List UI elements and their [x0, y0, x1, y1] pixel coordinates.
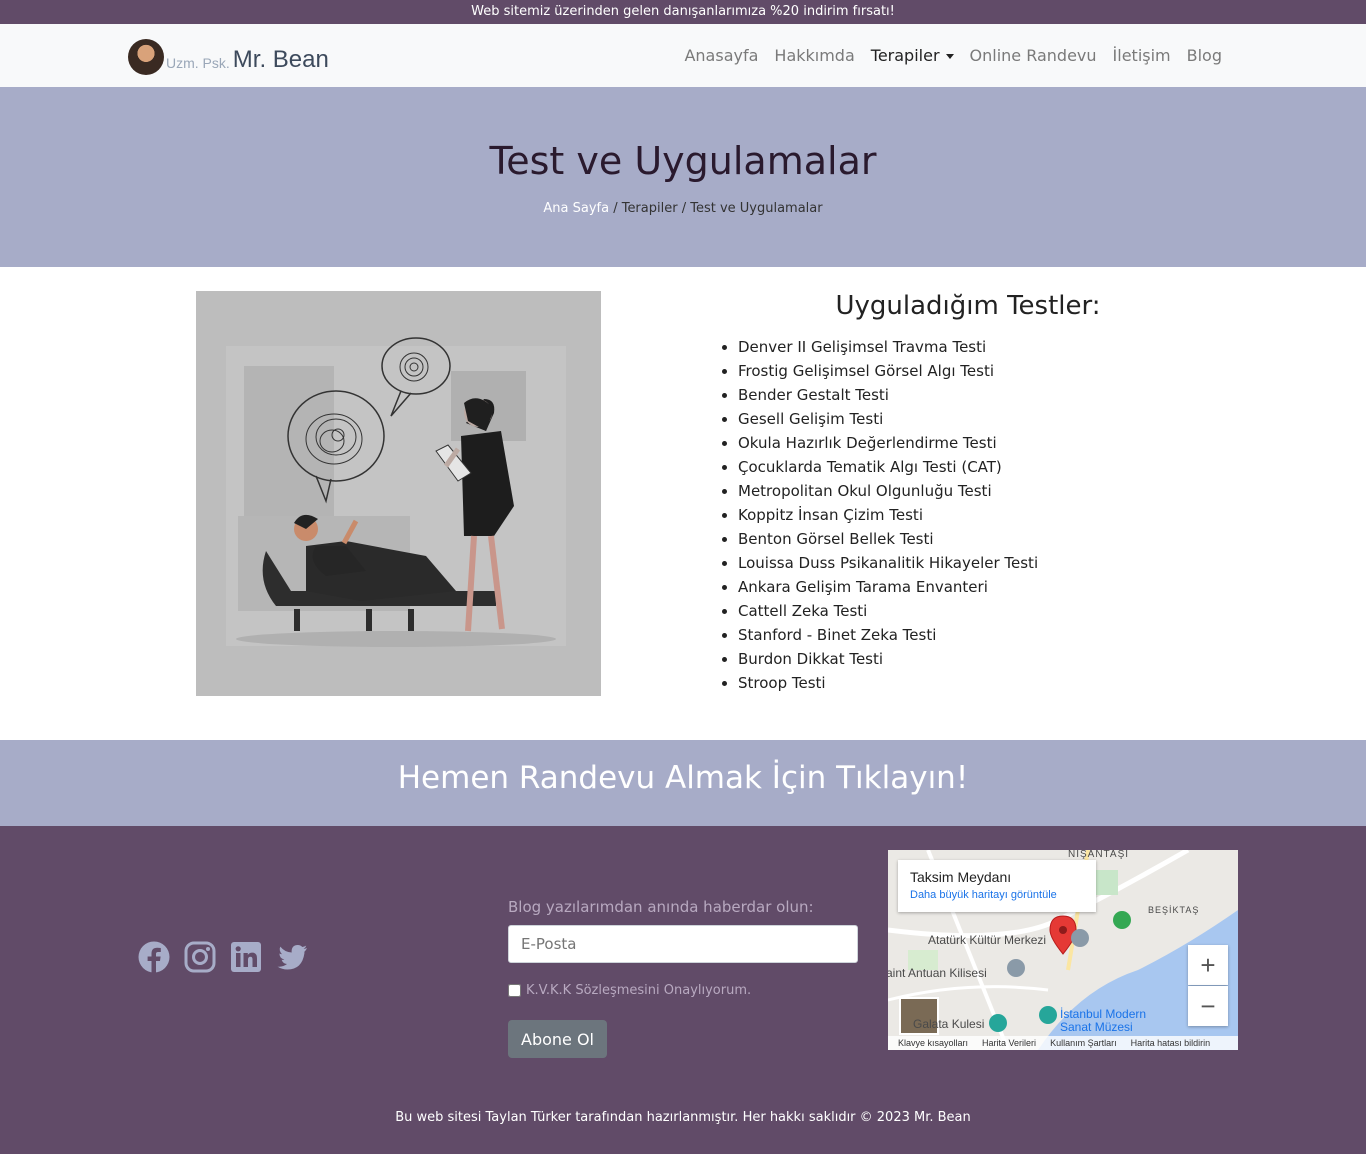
nav-item-blog[interactable]: Blog — [1179, 46, 1230, 65]
list-item: Frostig Gelişimsel Görsel Algı Testi — [722, 359, 1218, 383]
map-footer-item[interactable]: Klavye kısayolları — [898, 1038, 968, 1048]
breadcrumb-trail: / Terapiler / Test ve Uygulamalar — [609, 201, 823, 216]
nav-item-anasayfa[interactable]: Anasayfa — [676, 46, 766, 65]
list-item: Gesell Gelişim Testi — [722, 407, 1218, 431]
chevron-down-icon — [945, 54, 954, 59]
page-title: Test ve Uygulamalar — [489, 139, 877, 183]
therapy-illustration — [196, 291, 601, 696]
brand-logo[interactable]: Uzm. Psk. Mr. Bean — [128, 37, 329, 75]
map-footer: Klavye kısayolları Harita Verileri Kulla… — [888, 1036, 1238, 1050]
list-item: Benton Görsel Bellek Testi — [722, 527, 1218, 551]
newsletter-form: Blog yazılarımdan anında haberdar olun: … — [508, 898, 858, 1058]
list-item: Stroop Testi — [722, 671, 1218, 695]
email-field[interactable] — [508, 925, 858, 963]
list-item: Denver II Gelişimsel Travma Testi — [722, 335, 1218, 359]
map-footer-item[interactable]: Harita hatası bildirin — [1131, 1038, 1211, 1048]
tests-list: Denver II Gelişimsel Travma Testi Frosti… — [718, 335, 1218, 695]
map-footer-item[interactable]: Harita Verileri — [982, 1038, 1036, 1048]
zoom-in-button[interactable]: + — [1188, 945, 1228, 985]
map-label-besiktas: BEŞİKTAŞ — [1148, 905, 1200, 915]
breadcrumb-home-link[interactable]: Ana Sayfa — [543, 201, 609, 216]
kvkk-consent[interactable]: K.V.K.K Sözleşmesini Onaylıyorum. — [508, 983, 858, 998]
nav-item-hakkimda[interactable]: Hakkımda — [766, 46, 862, 65]
brand-prefix: Uzm. Psk. — [166, 55, 230, 71]
instagram-icon[interactable] — [184, 941, 216, 973]
larger-map-link[interactable]: Daha büyük haritayı görüntüle — [910, 889, 1084, 901]
main-nav: Anasayfa Hakkımda Terapiler Online Rande… — [676, 24, 1230, 87]
kvkk-checkbox[interactable] — [508, 984, 521, 997]
subscribe-button[interactable]: Abone Ol — [508, 1020, 607, 1058]
breadcrumb: Ana Sayfa / Terapiler / Test ve Uygulama… — [0, 201, 1366, 216]
list-item: Çocuklarda Tematik Algı Testi (CAT) — [722, 455, 1218, 479]
list-item: Burdon Dikkat Testi — [722, 647, 1218, 671]
page-header: Test ve Uygulamalar Ana Sayfa / Terapile… — [0, 87, 1366, 267]
list-item: Metropolitan Okul Olgunluğu Testi — [722, 479, 1218, 503]
nav-item-terapiler-label: Terapiler — [870, 46, 940, 65]
footer: Blog yazılarımdan anında haberdar olun: … — [0, 826, 1366, 1154]
map-footer-item[interactable]: Kullanım Şartları — [1050, 1038, 1117, 1048]
brand-name: Mr. Bean — [232, 46, 329, 73]
appointment-link[interactable]: Hemen Randevu Almak İçin Tıklayın! — [398, 760, 969, 796]
navbar: Uzm. Psk. Mr. Bean Anasayfa Hakkımda Ter… — [0, 24, 1366, 87]
facebook-icon[interactable] — [138, 941, 170, 973]
list-item: Ankara Gelişim Tarama Envanteri — [722, 575, 1218, 599]
list-item: Okula Hazırlık Değerlendirme Testi — [722, 431, 1218, 455]
tests-panel: Uyguladığım Testler: Denver II Gelişimse… — [718, 291, 1218, 695]
map-label-nisantasi: NIŞANTAŞI — [1068, 850, 1130, 860]
nav-item-terapiler[interactable]: Terapiler — [863, 46, 962, 65]
tests-heading: Uyguladığım Testler: — [835, 291, 1101, 321]
nav-item-iletisim[interactable]: İletişim — [1105, 46, 1179, 65]
newsletter-label: Blog yazılarımdan anında haberdar olun: — [508, 898, 814, 916]
copyright-text: Bu web sitesi Taylan Türker tarafından h… — [395, 1110, 971, 1125]
list-item: Bender Gestalt Testi — [722, 383, 1218, 407]
kvkk-label: K.V.K.K Sözleşmesini Onaylıyorum. — [526, 983, 752, 998]
map-label-akm: Atatürk Kültür Merkezi — [928, 933, 1047, 947]
location-map[interactable]: NIŞANTAŞI BEŞİKTAŞ Atatürk Kültür Merkez… — [888, 850, 1238, 1050]
list-item: Louissa Duss Psikanalitik Hikayeler Test… — [722, 551, 1218, 575]
list-item: Koppitz İnsan Çizim Testi — [722, 503, 1218, 527]
main-content: Uyguladığım Testler: Denver II Gelişimse… — [0, 267, 1366, 740]
nav-item-online-randevu[interactable]: Online Randevu — [962, 46, 1105, 65]
list-item: Stanford - Binet Zeka Testi — [722, 623, 1218, 647]
map-label-kulesi: Galata Kulesi — [913, 1017, 985, 1031]
list-item: Cattell Zeka Testi — [722, 599, 1218, 623]
zoom-out-button[interactable]: − — [1188, 986, 1228, 1026]
social-links — [138, 941, 308, 973]
announcement-text: Web sitemiz üzerinden gelen danışanlarım… — [471, 4, 895, 19]
announcement-bar: Web sitemiz üzerinden gelen danışanlarım… — [0, 0, 1366, 24]
map-label-modern: İstanbul Modern Sanat Müzesi — [1060, 1007, 1147, 1034]
map-place-card: Taksim Meydanı Daha büyük haritayı görün… — [898, 860, 1096, 912]
avatar — [128, 39, 164, 75]
cta-banner: Hemen Randevu Almak İçin Tıklayın! — [0, 740, 1366, 826]
linkedin-icon[interactable] — [230, 941, 262, 973]
twitter-icon[interactable] — [276, 941, 308, 973]
map-label-antuan: Saint Antuan Kilisesi — [888, 966, 987, 980]
map-place-title: Taksim Meydanı — [910, 869, 1012, 885]
